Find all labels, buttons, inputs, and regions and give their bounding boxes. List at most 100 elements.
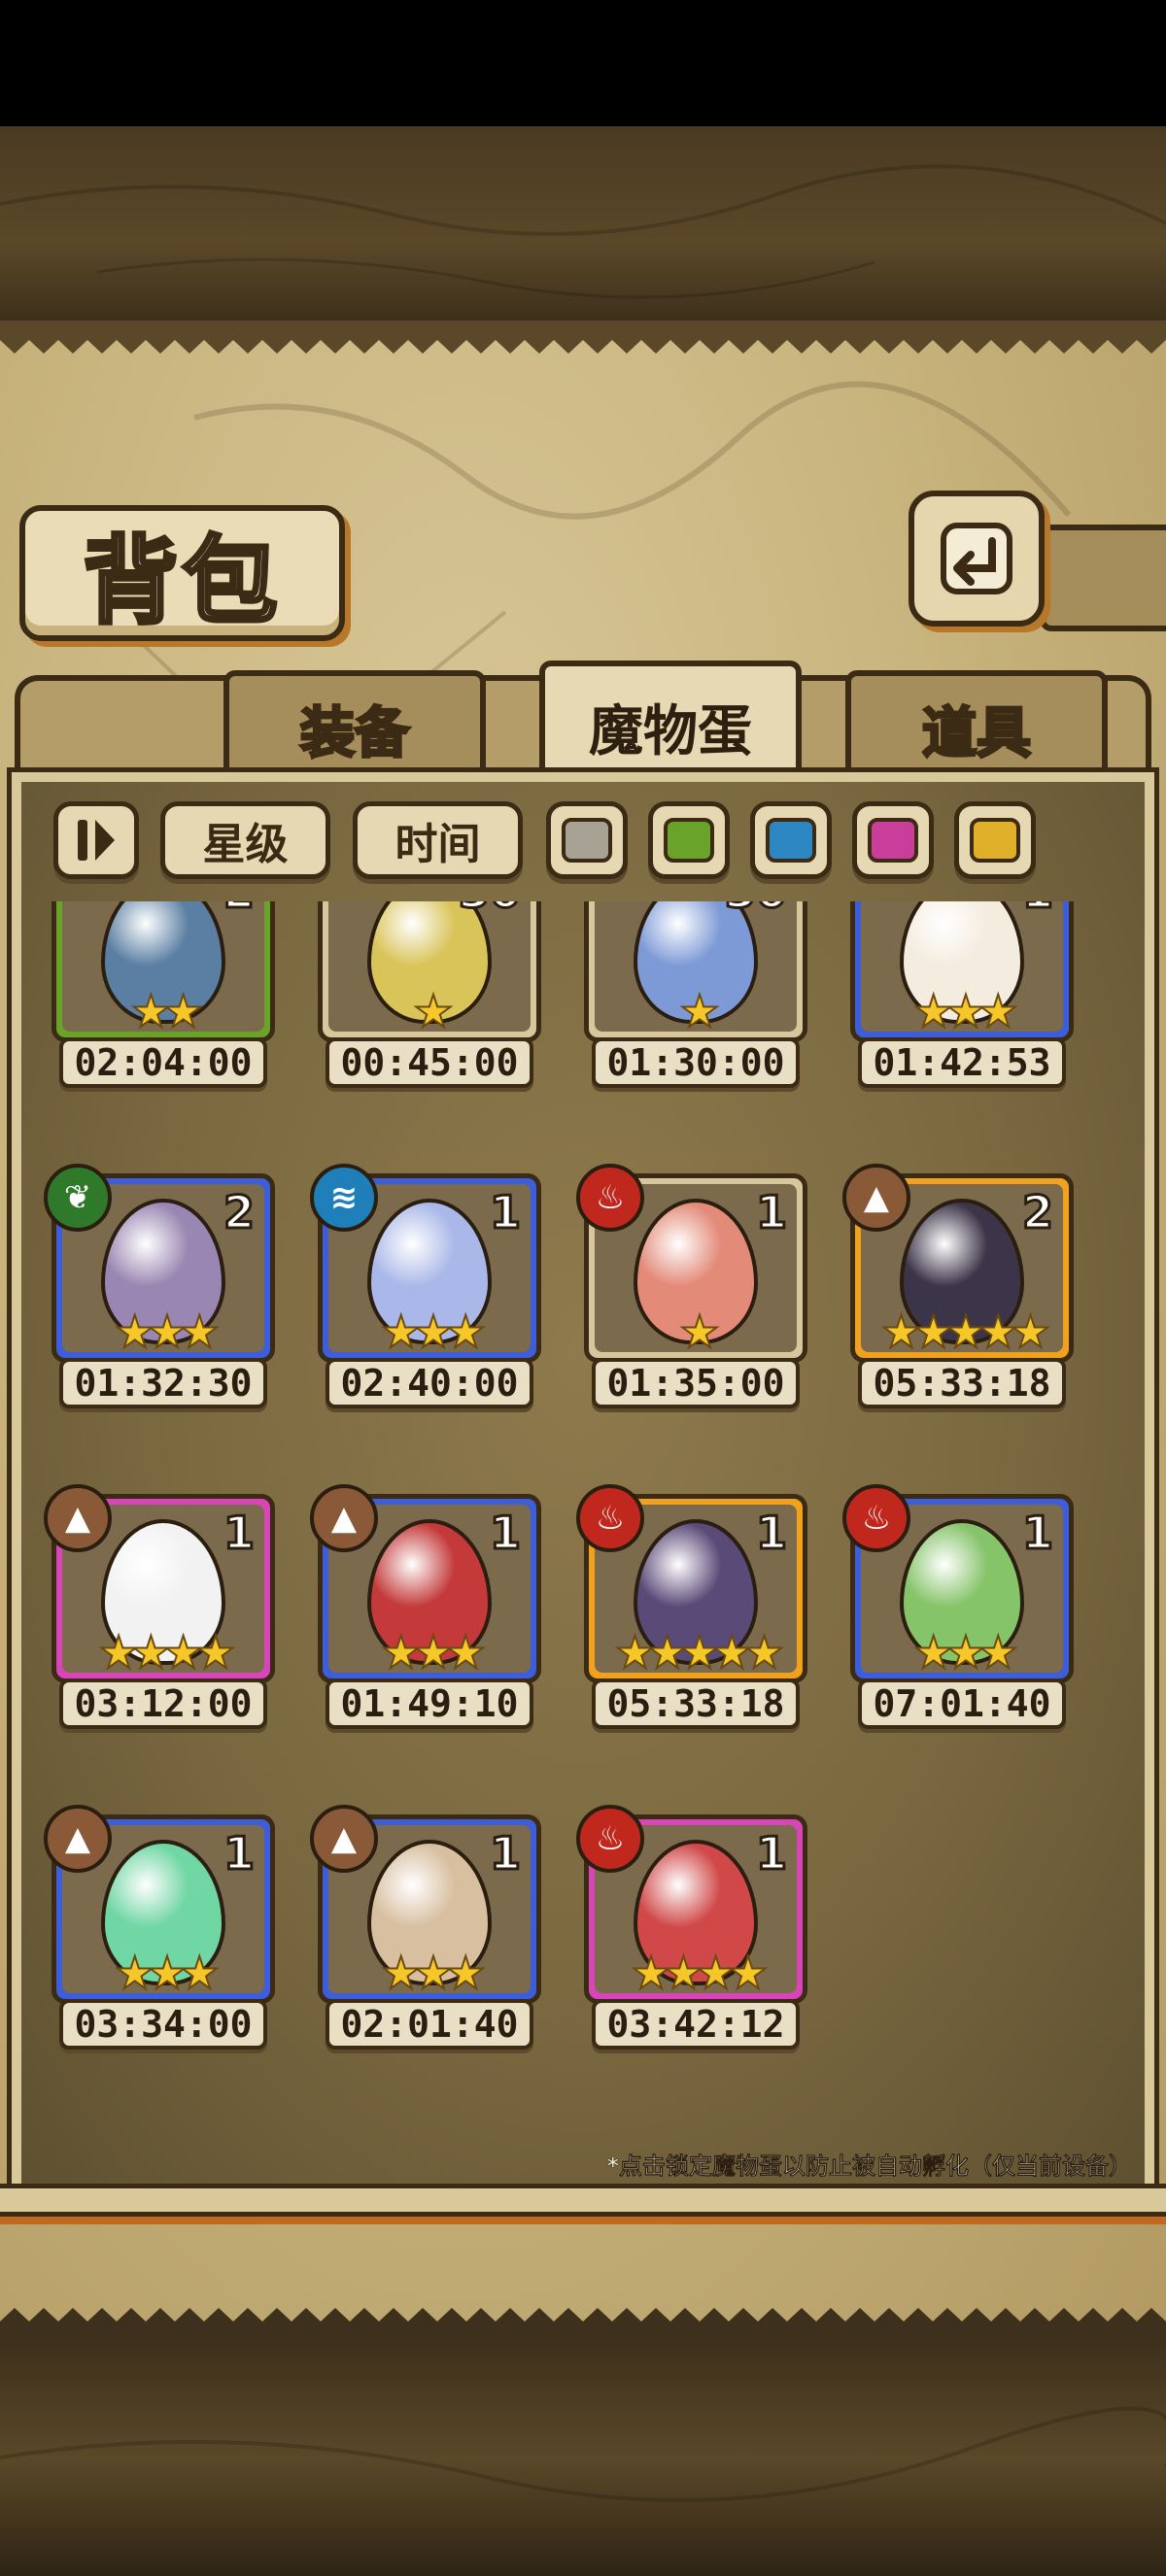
return-icon: [941, 523, 1012, 594]
hatch-timer: 05:33:18: [858, 1358, 1066, 1408]
star-rating: ★★★: [114, 1947, 221, 1999]
leaf-element-icon: ❦: [44, 1164, 112, 1232]
egg-count: 1: [754, 1826, 788, 1881]
egg-card[interactable]: 2 ★★★★★ ▲ 05:33:18: [842, 1164, 1074, 1408]
star-rating: ★: [678, 1305, 720, 1358]
tab-equipment[interactable]: 装备: [223, 670, 486, 782]
egg-card-frame: 30 ★: [584, 901, 807, 1042]
egg-card-frame: 30 ★: [318, 901, 541, 1042]
star-rating: ★★★: [380, 1947, 487, 1999]
page-title: 背包: [81, 524, 282, 639]
back-bar: [1040, 525, 1166, 631]
egg-card-frame: 1 ★★★: [850, 901, 1074, 1042]
fire-element-icon: ♨: [842, 1484, 910, 1552]
gold-swatch: [970, 818, 1020, 863]
zigzag-edge-top: [0, 321, 1166, 354]
egg-card[interactable]: 30 ★00:45:00: [318, 901, 541, 1088]
star-rating: ★★★: [114, 1305, 221, 1358]
egg-count: 2: [222, 1185, 256, 1240]
hatch-timer: 01:35:00: [592, 1358, 800, 1408]
green-swatch: [664, 818, 714, 863]
egg-card[interactable]: 1 ★★★★ ▲ 03:12:00: [44, 1484, 275, 1729]
hatch-timer: 03:12:00: [59, 1678, 267, 1729]
earth-element-icon: ▲: [310, 1805, 378, 1873]
hatch-timer: 03:42:12: [592, 1999, 800, 2050]
egg-count: 1: [488, 1506, 522, 1561]
egg-card[interactable]: 1 ★★★01:42:53: [850, 901, 1074, 1088]
star-rating: ★★★★★: [614, 1626, 785, 1678]
filter-purple-button[interactable]: [852, 801, 934, 879]
star-rating: ★★★: [912, 985, 1019, 1037]
egg-count: 2: [1020, 1185, 1054, 1240]
tab-monster-eggs[interactable]: 魔物蛋: [539, 661, 802, 787]
hatch-timer: 05:33:18: [592, 1678, 800, 1729]
blue-swatch: [766, 818, 816, 863]
star-rating: ★★★★★: [880, 1305, 1051, 1358]
egg-grid: 2★★02:04:0030★00:45:0030★01:30:001★★★01:…: [21, 901, 1145, 2164]
hatch-timer: 03:34:00: [59, 1999, 267, 2050]
sort-by-time-button[interactable]: 时间: [353, 801, 523, 879]
sort-order-toggle[interactable]: [53, 801, 139, 879]
tab-items[interactable]: 道具: [845, 670, 1108, 782]
hatch-timer: 02:40:00: [326, 1358, 533, 1408]
map-background-top: [0, 126, 1166, 321]
egg-count: 1: [754, 1185, 788, 1240]
earth-element-icon: ▲: [842, 1164, 910, 1232]
egg-card[interactable]: 1 ★ ♨ 01:35:00: [576, 1164, 807, 1408]
title-plate: 背包: [19, 505, 345, 641]
sort-by-star-button[interactable]: 星级: [160, 801, 330, 879]
filter-blue-button[interactable]: [750, 801, 832, 879]
hatch-timer: 02:01:40: [326, 1999, 533, 2050]
egg-count: 1: [222, 1506, 256, 1561]
egg-card[interactable]: 1 ★★★ ▲ 02:01:40: [310, 1805, 541, 2050]
star-rating: ★★★: [912, 1626, 1019, 1678]
star-rating: ★★★★: [98, 1626, 237, 1678]
zigzag-edge-bottom: [0, 2308, 1166, 2341]
egg-card[interactable]: 1 ★★★★ ♨ 03:42:12: [576, 1805, 807, 2050]
water-element-icon: ≋: [310, 1164, 378, 1232]
panel-bottom-shadow: [0, 2217, 1166, 2224]
fire-element-icon: ♨: [576, 1805, 644, 1873]
earth-element-icon: ▲: [310, 1484, 378, 1552]
egg-card[interactable]: 1 ★★★ ▲ 03:34:00: [44, 1805, 275, 2050]
egg-count: 2: [222, 901, 256, 920]
egg-count: 1: [222, 1826, 256, 1881]
gray-swatch: [562, 818, 612, 863]
star-rating: ★★★★: [631, 1947, 770, 1999]
filter-green-button[interactable]: [648, 801, 730, 879]
egg-count: 1: [754, 1506, 788, 1561]
egg-card[interactable]: 1 ★★★★★ ♨ 05:33:18: [576, 1484, 807, 1729]
egg-card[interactable]: 2 ★★02:04:00: [51, 901, 275, 1088]
egg-card[interactable]: 2 ★★★ ❦ 01:32:30: [44, 1164, 275, 1408]
egg-count: 1: [1020, 901, 1054, 920]
egg-card[interactable]: 30 ★01:30:00: [584, 901, 807, 1088]
egg-count: 30: [457, 901, 522, 920]
fire-element-icon: ♨: [576, 1164, 644, 1232]
earth-element-icon: ▲: [44, 1484, 112, 1552]
hatch-timer: 01:49:10: [326, 1678, 533, 1729]
egg-card[interactable]: 1 ★★★ ▲ 01:49:10: [310, 1484, 541, 1729]
star-rating: ★: [412, 985, 454, 1037]
egg-card[interactable]: 1 ★★★ ≋ 02:40:00: [310, 1164, 541, 1408]
panel-bottom-rail: [0, 2184, 1166, 2217]
egg-card-frame: 2 ★★: [51, 901, 275, 1042]
earth-element-icon: ▲: [44, 1805, 112, 1873]
hatch-timer: 01:42:53: [858, 1037, 1066, 1088]
egg-count: 1: [488, 1826, 522, 1881]
hatch-timer: 01:32:30: [59, 1358, 267, 1408]
egg-count: 1: [1020, 1506, 1054, 1561]
star-rating: ★★: [130, 985, 204, 1037]
lock-hint-text: *点击锁定魔物蛋以防止被自动孵化（仅当前设备）: [606, 2152, 1132, 2181]
egg-count: 30: [723, 901, 788, 920]
sort-order-icon: [78, 820, 115, 861]
hatch-timer: 00:45:00: [326, 1037, 533, 1088]
purple-swatch: [868, 818, 918, 863]
star-rating: ★★★: [380, 1305, 487, 1358]
back-button[interactable]: [909, 491, 1045, 627]
filter-gold-button[interactable]: [954, 801, 1036, 879]
fire-element-icon: ♨: [576, 1484, 644, 1552]
egg-count: 1: [488, 1185, 522, 1240]
star-rating: ★★★: [380, 1626, 487, 1678]
filter-gray-button[interactable]: [546, 801, 628, 879]
egg-card[interactable]: 1 ★★★ ♨ 07:01:40: [842, 1484, 1074, 1729]
